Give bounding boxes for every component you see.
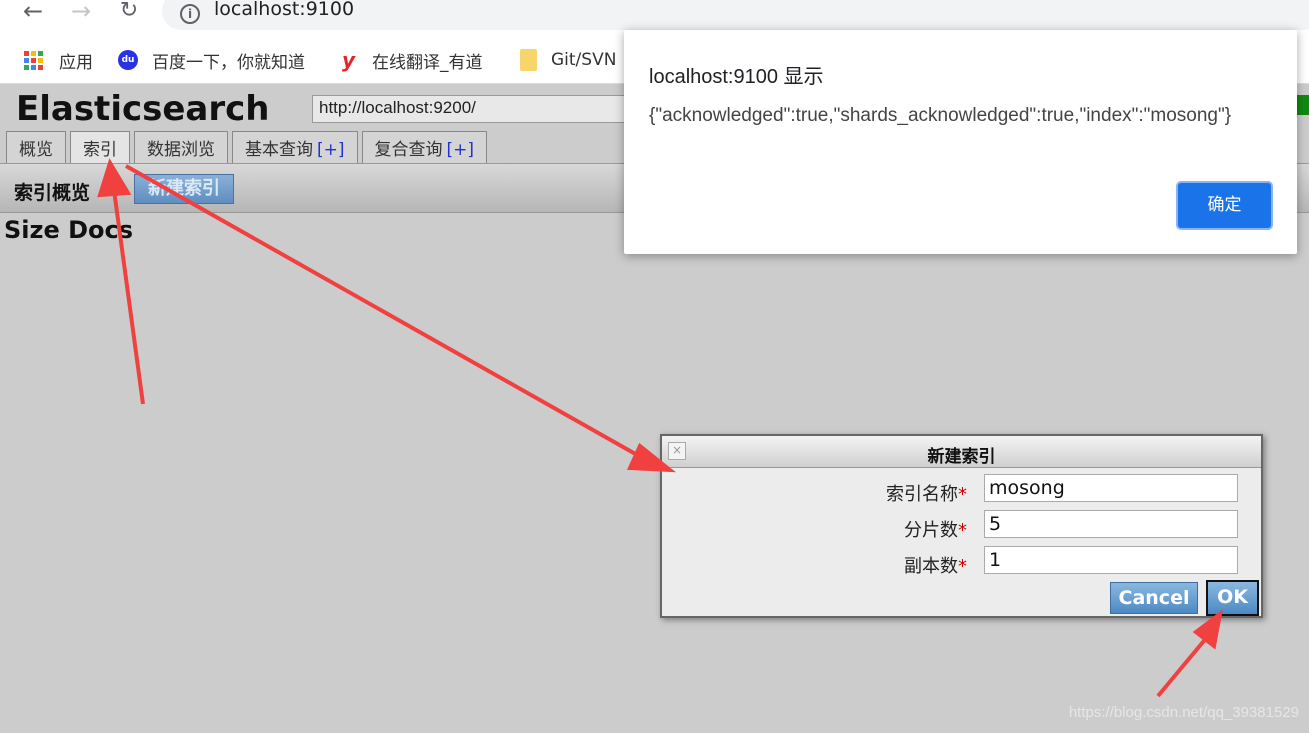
alert-title: localhost:9100 显示 [649, 66, 824, 88]
shards-input[interactable]: 5 [984, 510, 1238, 538]
required-marker: * [958, 484, 967, 505]
tab-basic-query[interactable]: 基本查询 [+] [232, 131, 358, 163]
indices-overview-title: 索引概览 [14, 182, 91, 204]
address-url[interactable]: localhost:9100 [214, 0, 354, 20]
watermark: https://blog.csdn.net/qq_39381529 [1068, 704, 1299, 721]
js-alert-dialog: localhost:9100 显示 {"acknowledged":true,"… [624, 30, 1297, 254]
replicas-input[interactable]: 1 [984, 546, 1238, 574]
field-label-wrap: 副本数* [904, 552, 967, 578]
required-marker: * [958, 520, 967, 541]
dialog-header: × 新建索引 [662, 436, 1261, 468]
alert-confirm-button[interactable]: 确定 [1176, 181, 1273, 230]
bookmark-youdao[interactable]: y 在线翻译_有道 [342, 48, 483, 73]
address-bar[interactable]: i localhost:9100 [162, 0, 1309, 30]
field-label: 分片数 [904, 520, 958, 541]
tab-label: 索引 [83, 140, 117, 160]
bookmark-baidu[interactable]: du 百度一下，你就知道 [118, 48, 305, 73]
reload-icon[interactable]: ↻ [114, 0, 144, 24]
bookmark-git-svn[interactable]: Git/SVN [520, 48, 616, 72]
bookmark-label: 百度一下，你就知道 [152, 52, 305, 73]
tab-label: 概览 [19, 140, 53, 160]
tab-browser[interactable]: 数据浏览 [134, 131, 228, 163]
info-icon[interactable]: i [180, 4, 200, 24]
field-replicas: 副本数* 1 [662, 546, 1261, 578]
tab-label: 复合查询 [374, 140, 443, 160]
field-index-name: 索引名称* mosong [662, 474, 1261, 506]
arrow-head-icon [1192, 609, 1223, 650]
new-index-button[interactable]: 新建索引 [134, 174, 234, 204]
main-tabs: 概览 索引 数据浏览 基本查询 [+] 复合查询 [+] [6, 131, 488, 163]
alert-message: {"acknowledged":true,"shards_acknowledge… [649, 105, 1232, 126]
required-marker: * [958, 556, 967, 577]
field-label: 索引名称 [886, 484, 958, 505]
field-label-wrap: 分片数* [904, 516, 967, 542]
ok-button[interactable]: OK [1206, 580, 1259, 616]
cluster-url-input[interactable]: http://localhost:9200/ [312, 95, 632, 123]
arrow-to-ok-button [1156, 634, 1210, 698]
tab-compound-query[interactable]: 复合查询 [+] [361, 131, 488, 163]
create-index-dialog: × 新建索引 索引名称* mosong 分片数* 5 副本数* 1 Cancel… [660, 434, 1263, 618]
field-shards: 分片数* 5 [662, 510, 1261, 542]
tab-plus: [+] [317, 140, 345, 160]
dialog-title: 新建索引 [927, 447, 996, 467]
forward-arrow-icon[interactable]: → [66, 0, 96, 24]
index-name-input[interactable]: mosong [984, 474, 1238, 502]
tab-plus: [+] [446, 140, 475, 160]
baidu-icon: du [118, 50, 138, 70]
tab-label: 数据浏览 [147, 140, 215, 160]
field-label: 副本数 [904, 556, 958, 577]
bookmark-label: 应用 [59, 52, 93, 73]
cancel-button[interactable]: Cancel [1110, 582, 1198, 614]
folder-icon [520, 49, 537, 71]
bookmark-label: Git/SVN [551, 50, 617, 70]
youdao-icon: y [342, 48, 356, 72]
size-docs-header: Size Docs [4, 216, 134, 244]
back-arrow-icon[interactable]: ← [18, 0, 48, 24]
tab-overview[interactable]: 概览 [6, 131, 66, 163]
bookmark-label: 在线翻译_有道 [372, 52, 483, 73]
bookmark-apps[interactable]: 应用 [24, 48, 93, 73]
tab-label: 基本查询 [245, 140, 313, 160]
tab-indices[interactable]: 索引 [70, 131, 130, 163]
apps-grid-icon [24, 50, 43, 70]
field-label-wrap: 索引名称* [886, 480, 967, 506]
app-title: Elasticsearch [16, 89, 270, 129]
